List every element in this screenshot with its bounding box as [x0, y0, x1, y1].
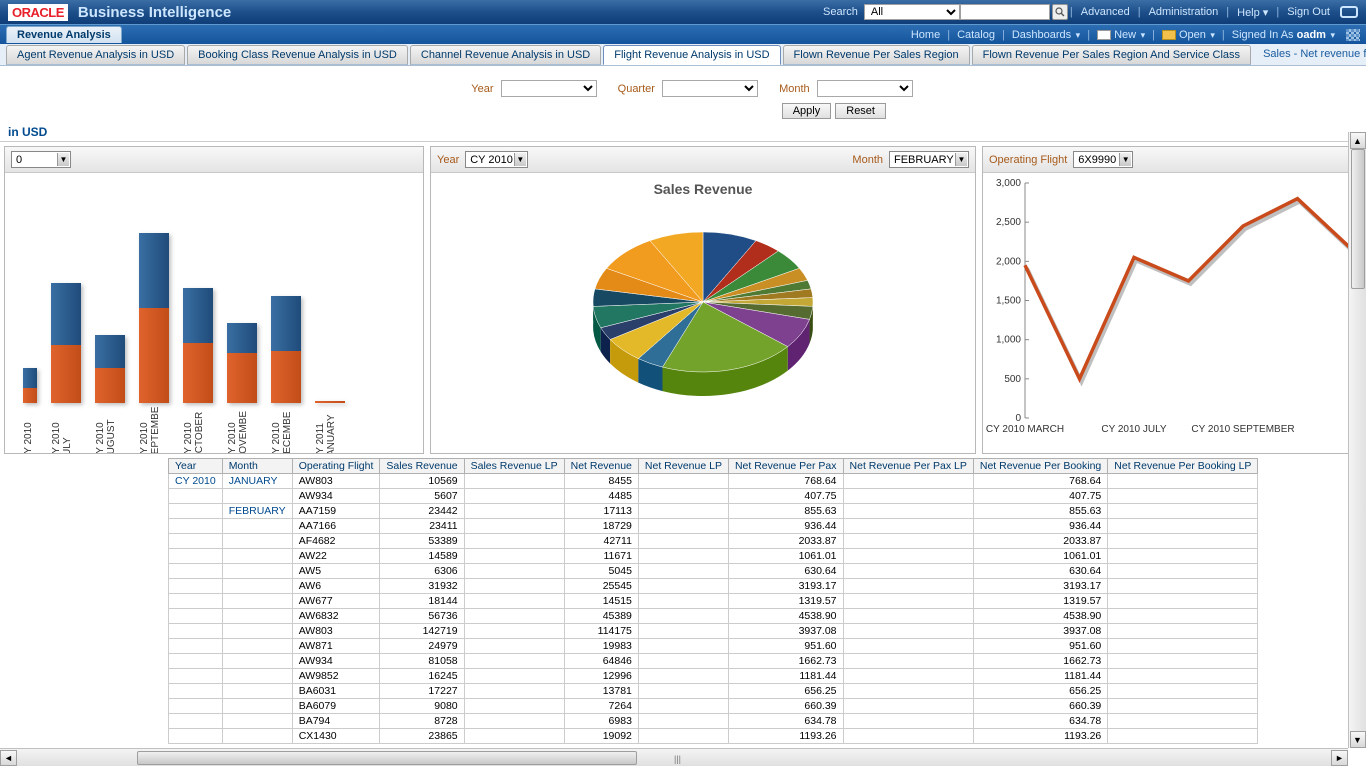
tab-1[interactable]: Booking Class Revenue Analysis in USD: [187, 45, 408, 65]
table-row[interactable]: AW985216245129961181.441181.44: [169, 669, 1258, 684]
tab-2[interactable]: Channel Revenue Analysis in USD: [410, 45, 601, 65]
search-go-button[interactable]: [1052, 4, 1068, 20]
prompt-bar: Year Quarter Month: [0, 66, 1366, 103]
svg-text:0: 0: [1015, 413, 1021, 424]
quarter-prompt-label: Quarter: [618, 83, 655, 95]
advanced-link[interactable]: Advanced: [1081, 6, 1130, 18]
svg-text:500: 500: [1004, 374, 1021, 385]
tab-6[interactable]: Sales - Net revenue flown: [1253, 45, 1366, 65]
svg-text:3,000: 3,000: [996, 178, 1021, 189]
search-input[interactable]: [960, 4, 1050, 20]
table-row[interactable]: AA71662341118729936.44936.44: [169, 519, 1258, 534]
signed-in-as: Signed In As oadm ▾: [1232, 29, 1335, 41]
scroll-down-button[interactable]: ▼: [1350, 731, 1366, 748]
dashboard-content: Year Quarter Month Apply Reset in USD 0▼…: [0, 66, 1366, 766]
home-link[interactable]: Home: [911, 29, 940, 41]
tab-5[interactable]: Flown Revenue Per Sales Region And Servi…: [972, 45, 1251, 65]
magnifier-icon: [1055, 7, 1065, 17]
bar-panel-select[interactable]: 0▼: [11, 151, 71, 168]
open-menu[interactable]: Open ▾: [1162, 29, 1215, 41]
line-chart-panel: Operating Flight 6X9990▼ 0 500 1,000 1,500 2…: [982, 146, 1362, 454]
table-row[interactable]: AW67718144145151319.571319.57: [169, 594, 1258, 609]
pie-chart-panel: Year CY 2010▼ Month FEBRUARY▼ Sales Reve…: [430, 146, 976, 454]
table-row[interactable]: AW8031427191141753937.083937.08: [169, 624, 1258, 639]
table-row[interactable]: BA607990807264660.39660.39: [169, 699, 1258, 714]
svg-text:2,000: 2,000: [996, 256, 1021, 267]
tab-0[interactable]: Agent Revenue Analysis in USD: [6, 45, 185, 65]
pie-year-label: Year: [437, 154, 459, 166]
scroll-up-button[interactable]: ▲: [1350, 132, 1366, 149]
table-row[interactable]: CX143023865190921193.261193.26: [169, 729, 1258, 744]
table-row[interactable]: BA79487286983634.78634.78: [169, 714, 1258, 729]
dashboard-title: Revenue Analysis: [6, 26, 122, 43]
sign-out-link[interactable]: Sign Out: [1287, 6, 1330, 18]
svg-text:2,500: 2,500: [996, 217, 1021, 228]
catalog-link[interactable]: Catalog: [957, 29, 995, 41]
vertical-scrollbar[interactable]: ▲ ▼: [1348, 132, 1366, 748]
line-chart[interactable]: 0 500 1,000 1,500 2,000 2,500 3,000 CY 2010 MAR…: [983, 173, 1358, 443]
table-row[interactable]: AW563065045630.64630.64: [169, 564, 1258, 579]
power-icon[interactable]: [1340, 6, 1358, 18]
folder-icon: [1162, 30, 1176, 40]
app-title: Business Intelligence: [78, 4, 231, 21]
administration-link[interactable]: Administration: [1149, 6, 1219, 18]
line-flight-label: Operating Flight: [989, 154, 1067, 166]
data-table-region: YearMonthOperating FlightSales RevenueSa…: [168, 458, 1366, 744]
bar-chart-panel: 0▼ CY 2010CY 2010 JULYCY 2010 AUGUSTCY 2…: [4, 146, 424, 454]
reset-button[interactable]: Reset: [835, 103, 886, 119]
dashboards-menu[interactable]: Dashboards ▾: [1012, 29, 1080, 41]
month-prompt[interactable]: [817, 80, 913, 97]
stacked-bar-chart[interactable]: [5, 173, 423, 403]
options-icon[interactable]: [1346, 29, 1360, 41]
pie-month-select[interactable]: FEBRUARY▼: [889, 151, 969, 168]
year-prompt-label: Year: [471, 83, 493, 95]
tab-4[interactable]: Flown Revenue Per Sales Region: [783, 45, 970, 65]
search-label: Search: [823, 6, 858, 18]
table-row[interactable]: AW683256736453894538.904538.90: [169, 609, 1258, 624]
svg-text:CY 2010 JULY: CY 2010 JULY: [1101, 424, 1167, 435]
pie-year-select[interactable]: CY 2010▼: [465, 151, 528, 168]
scroll-left-button[interactable]: ◄: [0, 750, 17, 766]
svg-text:CY 2010 SEPTEMBER: CY 2010 SEPTEMBER: [1191, 424, 1294, 435]
line-flight-select[interactable]: 6X9990▼: [1073, 151, 1133, 168]
h-scroll-thumb[interactable]: [137, 751, 637, 765]
v-scroll-thumb[interactable]: [1351, 149, 1365, 289]
apply-button[interactable]: Apply: [782, 103, 832, 119]
table-row[interactable]: AW8712497919983951.60951.60: [169, 639, 1258, 654]
month-prompt-label: Month: [779, 83, 810, 95]
svg-text:1,000: 1,000: [996, 335, 1021, 346]
pie-chart[interactable]: [431, 197, 975, 427]
pie-month-label: Month: [852, 154, 883, 166]
year-prompt[interactable]: [501, 80, 597, 97]
pie-chart-title: Sales Revenue: [431, 173, 975, 197]
scroll-right-button[interactable]: ►: [1331, 750, 1348, 766]
table-row[interactable]: AW93456074485407.75407.75: [169, 489, 1258, 504]
table-row[interactable]: AF468253389427112033.872033.87: [169, 534, 1258, 549]
table-row[interactable]: AW93481058648461662.731662.73: [169, 654, 1258, 669]
section-title: in USD: [0, 123, 1366, 142]
quarter-prompt[interactable]: [662, 80, 758, 97]
new-icon: [1097, 30, 1111, 40]
tab-3[interactable]: Flight Revenue Analysis in USD: [603, 45, 780, 65]
table-row[interactable]: AW2214589116711061.011061.01: [169, 549, 1258, 564]
new-menu[interactable]: New ▾: [1097, 29, 1145, 41]
table-row[interactable]: AW631932255453193.173193.17: [169, 579, 1258, 594]
global-header: ORACLE Business Intelligence Search All …: [0, 0, 1366, 24]
search-scope-select[interactable]: All: [864, 4, 960, 20]
table-row[interactable]: FEBRUARYAA71592344217113855.63855.63: [169, 504, 1258, 519]
horizontal-scrollbar[interactable]: ◄ ||| ►: [0, 748, 1348, 766]
svg-text:1,500: 1,500: [996, 296, 1021, 307]
page-header: Revenue Analysis Home | Catalog | Dashbo…: [0, 24, 1366, 44]
oracle-logo: ORACLE: [8, 4, 68, 21]
dashboard-tab-strip: Agent Revenue Analysis in USDBooking Cla…: [0, 44, 1366, 66]
help-menu[interactable]: Help ▾: [1237, 6, 1268, 19]
chart-panels: 0▼ CY 2010CY 2010 JULYCY 2010 AUGUSTCY 2…: [0, 146, 1366, 454]
table-row[interactable]: BA60311722713781656.25656.25: [169, 684, 1258, 699]
table-row[interactable]: CY 2010JANUARYAW803105698455768.64768.64: [169, 474, 1258, 489]
data-table[interactable]: YearMonthOperating FlightSales RevenueSa…: [168, 458, 1258, 744]
svg-text:CY 2010 MARCH: CY 2010 MARCH: [986, 424, 1064, 435]
